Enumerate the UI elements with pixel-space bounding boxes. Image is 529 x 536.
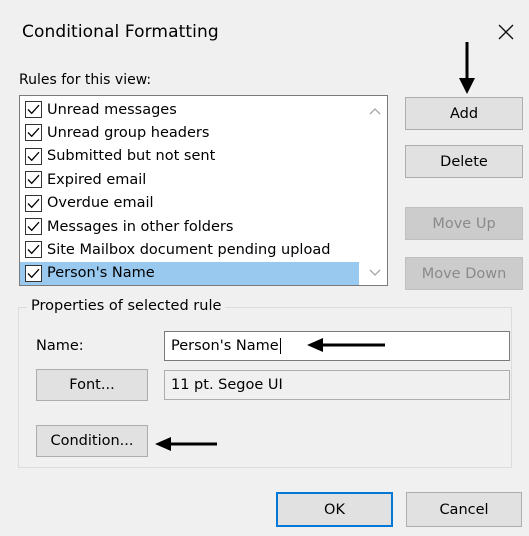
rule-checkbox[interactable] <box>25 264 42 282</box>
name-input-value: Person's Name <box>171 338 279 354</box>
font-button[interactable]: Font... <box>36 369 148 401</box>
dialog-title: Conditional Formatting <box>22 22 219 42</box>
cancel-button[interactable]: Cancel <box>406 492 522 527</box>
font-value-field: 11 pt. Segoe UI <box>164 370 510 400</box>
rule-list-item[interactable]: Overdue email <box>20 192 360 215</box>
add-button[interactable]: Add <box>405 97 523 130</box>
rule-list-item[interactable]: Site Mailbox document pending upload <box>20 238 360 261</box>
rule-label: Submitted but not sent <box>47 148 216 165</box>
rule-list-item[interactable]: Expired email <box>20 168 360 191</box>
rule-list-item[interactable]: Messages in other folders <box>20 215 360 238</box>
rule-label: Unread messages <box>47 101 177 118</box>
conditional-formatting-dialog: Conditional Formatting Rules for this vi… <box>0 0 529 536</box>
scroll-down-icon[interactable] <box>369 268 381 278</box>
move-up-button[interactable]: Move Up <box>405 207 523 240</box>
rule-checkbox[interactable] <box>25 171 42 189</box>
scroll-up-icon[interactable] <box>369 106 381 116</box>
arrow-left-annotation-icon <box>307 338 385 352</box>
rule-checkbox[interactable] <box>25 241 42 259</box>
text-caret <box>279 338 281 354</box>
rule-checkbox[interactable] <box>25 218 42 235</box>
close-icon[interactable] <box>494 20 518 44</box>
rule-label: Overdue email <box>47 195 154 212</box>
rule-checkbox[interactable] <box>25 101 42 118</box>
rule-label: Messages in other folders <box>47 218 234 235</box>
rules-listbox[interactable]: Unread messages Unread group headers Submi… <box>19 95 388 286</box>
rule-checkbox[interactable] <box>25 147 42 165</box>
rule-label: Expired email <box>47 171 147 188</box>
rule-list-item[interactable]: Submitted but not sent <box>20 145 360 168</box>
rule-label: Site Mailbox document pending upload <box>47 241 331 258</box>
ok-button[interactable]: OK <box>276 492 393 527</box>
name-label: Name: <box>36 338 84 354</box>
delete-button[interactable]: Delete <box>405 145 523 178</box>
rule-list-item[interactable]: Unread messages <box>20 98 360 121</box>
rule-label: Unread group headers <box>47 124 210 141</box>
condition-button[interactable]: Condition... <box>36 425 148 457</box>
arrow-down-annotation-icon <box>459 42 475 94</box>
rules-scrollbar[interactable] <box>361 96 387 285</box>
rules-label: Rules for this view: <box>19 72 152 88</box>
rule-list-item[interactable]: Person's Name <box>20 261 359 285</box>
rule-label: Person's Name <box>47 265 155 282</box>
rule-checkbox[interactable] <box>25 124 42 142</box>
rule-list-item[interactable]: Unread group headers <box>20 121 360 144</box>
arrow-left-annotation-icon <box>155 437 217 451</box>
rule-checkbox[interactable] <box>25 194 42 212</box>
properties-legend: Properties of selected rule <box>27 298 226 314</box>
move-down-button[interactable]: Move Down <box>405 257 523 290</box>
